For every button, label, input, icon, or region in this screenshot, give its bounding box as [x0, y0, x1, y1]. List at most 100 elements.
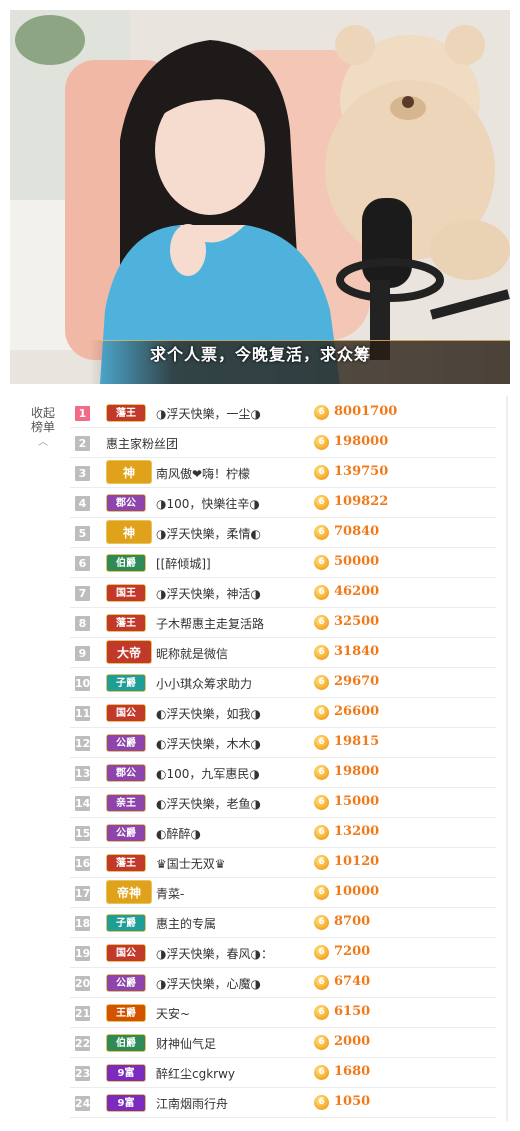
ranking-row[interactable]: 5 神 ◑浮天快樂，柔情◐ 6 70840 [70, 518, 496, 548]
user-name[interactable]: 南风傲❤嗨！柠檬 [156, 465, 250, 482]
ranking-row[interactable]: 6 伯爵 [[醉倾城]] 6 50000 [70, 548, 496, 578]
rank-number: 11 [75, 706, 91, 721]
user-name[interactable]: 财神仙气足 [156, 1035, 216, 1052]
contribution-score: 2000 [334, 1034, 371, 1049]
user-name[interactable]: ◐浮天快樂，如我◑ [156, 705, 261, 722]
user-name[interactable]: [[醉倾城]] [156, 555, 211, 572]
coin-icon: 6 [314, 1065, 329, 1080]
coin-icon: 6 [314, 945, 329, 960]
user-name[interactable]: 惠主家粉丝团 [106, 435, 178, 452]
user-name[interactable]: ◑浮天快樂，一尘◑ [156, 405, 261, 422]
contribution-score: 15000 [334, 794, 380, 809]
contribution-score: 70840 [334, 524, 380, 539]
ranking-row[interactable]: 2 惠主家粉丝团 6 198000 [70, 428, 496, 458]
rank-number: 10 [75, 676, 91, 691]
coin-icon: 6 [314, 855, 329, 870]
user-name[interactable]: ◑浮天快樂，春风◑： [156, 945, 273, 962]
noble-badge: 公爵 [106, 974, 146, 992]
rank-number: 17 [75, 886, 91, 901]
coin-icon: 6 [314, 435, 329, 450]
contribution-score: 10120 [334, 854, 380, 869]
user-name[interactable]: 醉红尘cgkrwy [156, 1065, 235, 1082]
coin-icon: 6 [314, 555, 329, 570]
live-video-frame[interactable] [10, 10, 510, 384]
rank-number: 13 [75, 766, 91, 781]
contribution-score: 139750 [334, 464, 389, 479]
contribution-score: 13200 [334, 824, 380, 839]
noble-badge: 郡公 [106, 494, 146, 512]
rank-number: 15 [75, 826, 91, 841]
noble-badge: 神 [106, 520, 152, 544]
contribution-score: 29670 [334, 674, 380, 689]
ranking-row[interactable]: 4 郡公 ◑100，快樂往辛◑ 6 109822 [70, 488, 496, 518]
ranking-row[interactable]: 15 公爵 ◐醉醉◑ 6 13200 [70, 818, 496, 848]
user-name[interactable]: 江南烟雨行舟 [156, 1095, 228, 1112]
ranking-row[interactable]: 18 子爵 惠主的专属 6 8700 [70, 908, 496, 938]
ranking-row[interactable]: 17 帝神 青菜- 6 10000 [70, 878, 496, 908]
user-name[interactable]: ◑浮天快樂，心魔◑ [156, 975, 261, 992]
rank-number: 4 [75, 496, 90, 511]
ranking-row[interactable]: 10 子爵 小小琪众筹求助力 6 29670 [70, 668, 496, 698]
contribution-score: 26600 [334, 704, 380, 719]
collapse-ranking-button[interactable]: 收起 榜单 ︿ [28, 406, 58, 450]
coin-icon: 6 [314, 975, 329, 990]
contribution-score: 19800 [334, 764, 380, 779]
contribution-score: 198000 [334, 434, 389, 449]
noble-badge: 郡公 [106, 764, 146, 782]
user-name[interactable]: 天安~ [156, 1005, 190, 1022]
stream-subtitle-text: 求个人票，今晚复活，求众筹 [150, 345, 372, 364]
noble-badge: 子爵 [106, 674, 146, 692]
user-name[interactable]: ◐浮天快樂，老鱼◑ [156, 795, 261, 812]
ranking-row[interactable]: 1 藩王 ◑浮天快樂，一尘◑ 6 8001700 [70, 398, 496, 428]
rank-number: 23 [75, 1066, 91, 1081]
user-name[interactable]: ◐醉醉◑ [156, 825, 201, 842]
ranking-row[interactable]: 16 藩王 ♛国士无双♛ 6 10120 [70, 848, 496, 878]
ranking-row[interactable]: 9 大帝 昵称就是微信 6 31840 [70, 638, 496, 668]
ranking-row[interactable]: 14 亲王 ◐浮天快樂，老鱼◑ 6 15000 [70, 788, 496, 818]
user-name[interactable]: ◑浮天快樂，柔情◐ [156, 525, 261, 542]
collapse-label-line1: 收起 [30, 406, 55, 420]
ranking-row[interactable]: 22 伯爵 财神仙气足 6 2000 [70, 1028, 496, 1058]
user-name[interactable]: ◑100，快樂往辛◑ [156, 495, 260, 512]
coin-icon: 6 [314, 465, 329, 480]
user-name[interactable]: ♛国士无双♛ [156, 855, 226, 872]
ranking-row[interactable]: 24 9富 江南烟雨行舟 6 1050 [70, 1088, 496, 1118]
ranking-row[interactable]: 21 王爵 天安~ 6 6150 [70, 998, 496, 1028]
contribution-score: 50000 [334, 554, 380, 569]
coin-icon: 6 [314, 585, 329, 600]
coin-icon: 6 [314, 825, 329, 840]
ranking-row[interactable]: 8 藩王 子木帮惠主走复活路 6 32500 [70, 608, 496, 638]
ranking-row[interactable]: 13 郡公 ◐100，九军惠民◑ 6 19800 [70, 758, 496, 788]
ranking-row[interactable]: 12 公爵 ◐浮天快樂，木木◑ 6 19815 [70, 728, 496, 758]
ranking-row[interactable]: 23 9富 醉红尘cgkrwy 6 1680 [70, 1058, 496, 1088]
ranking-row[interactable]: 11 国公 ◐浮天快樂，如我◑ 6 26600 [70, 698, 496, 728]
rank-number: 3 [75, 466, 90, 481]
ranking-list: 1 藩王 ◑浮天快樂，一尘◑ 6 8001700 2 惠主家粉丝团 6 198000 3 神南风傲❤… [70, 398, 496, 1118]
contribution-score: 10000 [334, 884, 380, 899]
ranking-row[interactable]: 7 国王 ◑浮天快樂，神活◑ 6 46200 [70, 578, 496, 608]
user-name[interactable]: 小小琪众筹求助力 [156, 675, 252, 692]
ranking-row[interactable]: 19 国公 ◑浮天快樂，春风◑： 6 7200 [70, 938, 496, 968]
noble-badge: 神 [106, 460, 152, 484]
contribution-score: 19815 [334, 734, 380, 749]
coin-icon: 6 [314, 675, 329, 690]
user-name[interactable]: 惠主的专属 [156, 915, 216, 932]
coin-icon: 6 [314, 495, 329, 510]
user-name[interactable]: ◑浮天快樂，神活◑ [156, 585, 261, 602]
noble-badge: 帝神 [106, 880, 152, 904]
noble-badge: 伯爵 [106, 554, 146, 572]
user-name[interactable]: 青菜- [156, 885, 184, 902]
user-name[interactable]: 昵称就是微信 [156, 645, 228, 662]
rank-number: 1 [75, 406, 90, 421]
ranking-row[interactable]: 20 公爵 ◑浮天快樂，心魔◑ 6 6740 [70, 968, 496, 998]
coin-icon: 6 [314, 525, 329, 540]
user-name[interactable]: ◐浮天快樂，木木◑ [156, 735, 261, 752]
user-name[interactable]: 子木帮惠主走复活路 [156, 615, 264, 632]
noble-badge: 藩王 [106, 614, 146, 632]
user-name[interactable]: ◐100，九军惠民◑ [156, 765, 260, 782]
noble-badge: 王爵 [106, 1004, 146, 1022]
rank-number: 19 [75, 946, 91, 961]
ranking-row[interactable]: 3 神南风傲❤嗨！柠檬 6 139750 [70, 458, 496, 488]
scrollbar[interactable] [506, 396, 508, 1121]
coin-icon: 6 [314, 885, 329, 900]
